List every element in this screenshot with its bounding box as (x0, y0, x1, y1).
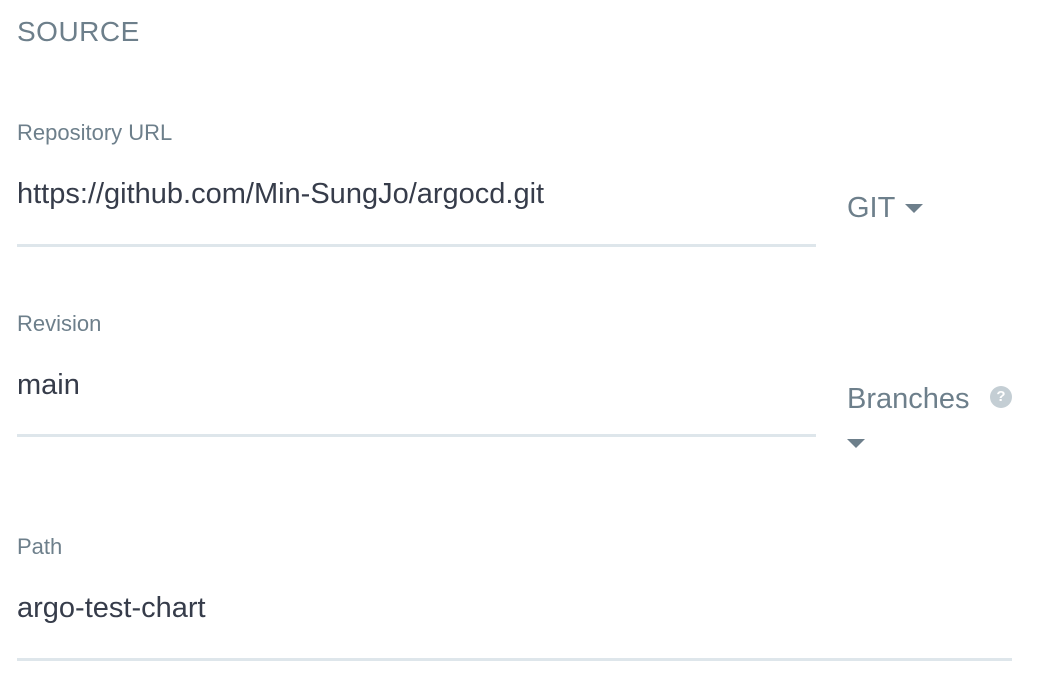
revision-type-label: Branches (847, 383, 970, 415)
repo-type-dropdown[interactable]: GIT (847, 190, 923, 226)
section-title: SOURCE (17, 16, 140, 47)
path-label: Path (17, 534, 63, 559)
caret-down-icon (904, 204, 923, 213)
path-input[interactable] (17, 585, 997, 631)
revision-label: Revision (17, 311, 102, 336)
revision-input[interactable] (17, 362, 807, 408)
path-underline (17, 658, 1012, 661)
repo-type-label: GIT (847, 192, 895, 224)
repository-url-input[interactable] (17, 171, 807, 217)
revision-underline (17, 434, 816, 437)
revision-type-dropdown[interactable]: Branches (847, 381, 982, 469)
caret-down-icon (847, 439, 865, 448)
help-icon[interactable]: ? (990, 386, 1012, 408)
repository-url-label: Repository URL (17, 120, 173, 145)
repository-url-underline (17, 244, 816, 247)
